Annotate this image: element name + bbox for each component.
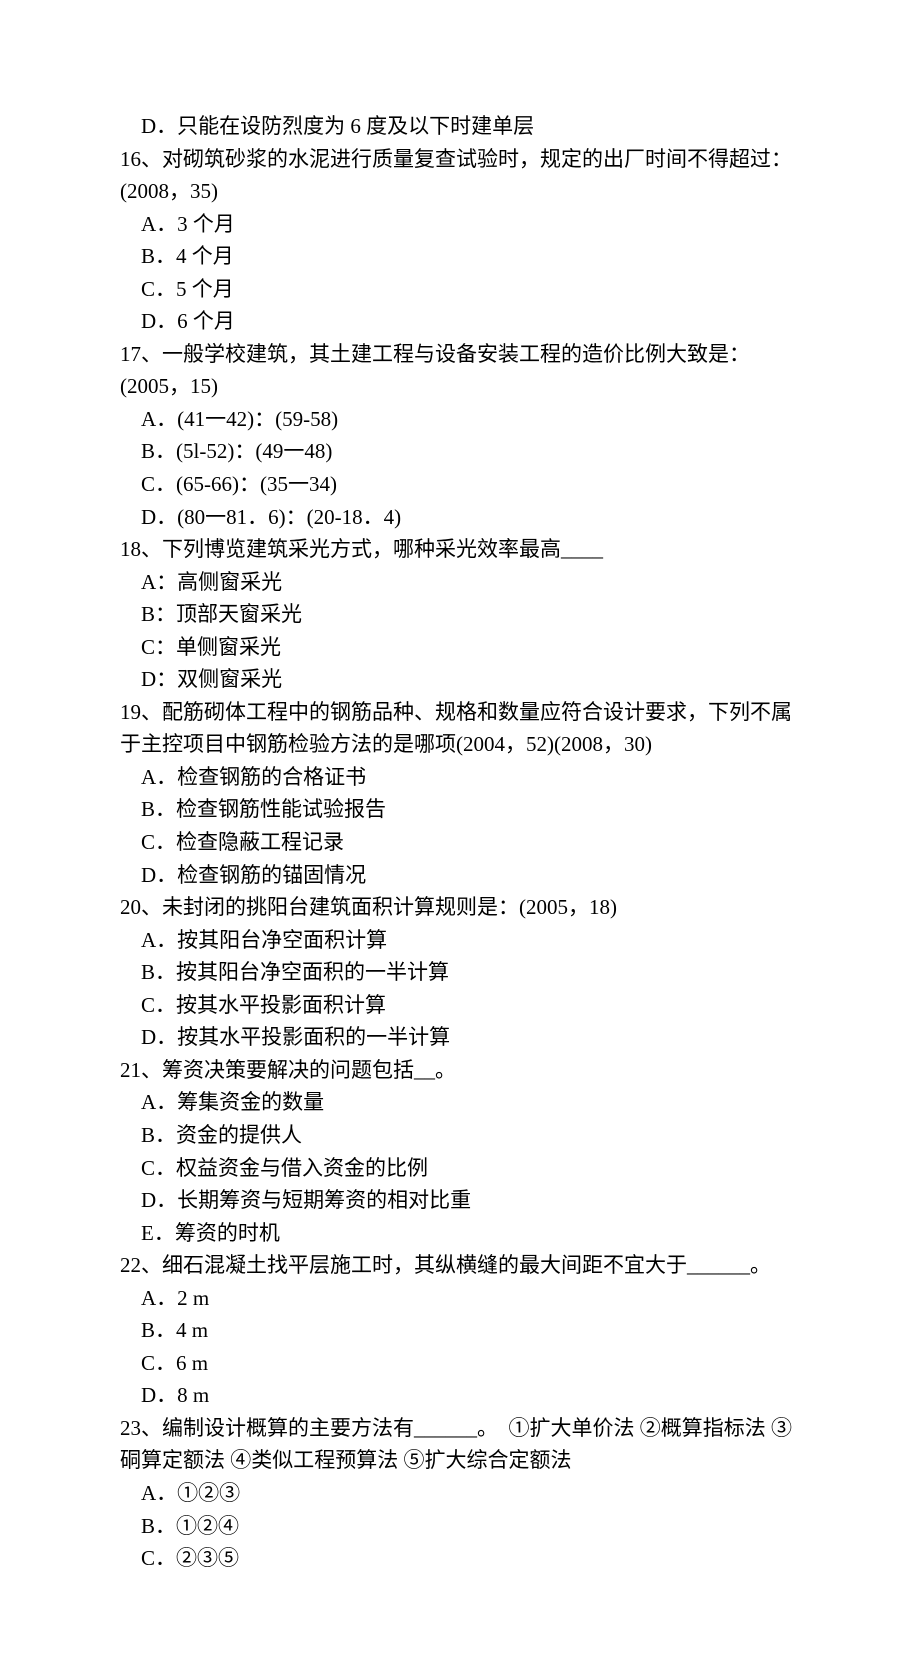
option-a: A．筹集资金的数量 [120,1086,800,1119]
option-b: B．4 个月 [120,240,800,273]
option-d: D．按其水平投影面积的一半计算 [120,1021,800,1054]
option-d: D：双侧窗采光 [120,663,800,696]
option-c: C．检查隐蔽工程记录 [120,826,800,859]
option-c: C．(65-66)：(35一34) [120,468,800,501]
option-c: C．按其水平投影面积计算 [120,989,800,1022]
text-line: D．只能在设防烈度为 6 度及以下时建单层 [120,110,800,143]
option-a: A．3 个月 [120,208,800,241]
option-c: C．②③⑤ [120,1542,800,1575]
option-c: C．5 个月 [120,273,800,306]
option-b: B．4 m [120,1314,800,1347]
option-c: C：单侧窗采光 [120,631,800,664]
option-a: A：高侧窗采光 [120,566,800,599]
option-d: D．8 m [120,1379,800,1412]
option-b: B：顶部天窗采光 [120,598,800,631]
option-c: C．6 m [120,1347,800,1380]
option-a: A．①②③ [120,1477,800,1510]
option-a: A．检查钢筋的合格证书 [120,761,800,794]
option-b: B．检查钢筋性能试验报告 [120,793,800,826]
question-22: 22、细石混凝土找平层施工时，其纵横缝的最大间距不宜大于______。 [120,1249,800,1282]
option-b: B．(5l-52)：(49一48) [120,435,800,468]
option-a: A．按其阳台净空面积计算 [120,924,800,957]
option-b: B．按其阳台净空面积的一半计算 [120,956,800,989]
option-d: D．检查钢筋的锚固情况 [120,859,800,892]
option-d: D．长期筹资与短期筹资的相对比重 [120,1184,800,1217]
document-page: D．只能在设防烈度为 6 度及以下时建单层 16、对砌筑砂浆的水泥进行质量复查试… [0,0,920,1675]
option-c: C．权益资金与借入资金的比例 [120,1152,800,1185]
question-23: 23、编制设计概算的主要方法有______。 ①扩大单价法 ②概算指标法 ③硐算… [120,1412,800,1477]
question-18: 18、下列博览建筑采光方式，哪种采光效率最高____ [120,533,800,566]
option-d: D．6 个月 [120,305,800,338]
question-19: 19、配筋砌体工程中的钢筋品种、规格和数量应符合设计要求，下列不属于主控项目中钢… [120,696,800,761]
option-a: A．2 m [120,1282,800,1315]
option-a: A．(41一42)：(59-58) [120,403,800,436]
option-e: E．筹资的时机 [120,1217,800,1250]
option-b: B．①②④ [120,1510,800,1543]
question-16: 16、对砌筑砂浆的水泥进行质量复查试验时，规定的出厂时间不得超过：(2008，3… [120,143,800,208]
question-17: 17、一般学校建筑，其土建工程与设备安装工程的造价比例大致是：(2005，15) [120,338,800,403]
question-21: 21、筹资决策要解决的问题包括__。 [120,1054,800,1087]
question-20: 20、未封闭的挑阳台建筑面积计算规则是：(2005，18) [120,891,800,924]
option-d: D．(80一81．6)：(20-18．4) [120,501,800,534]
option-b: B．资金的提供人 [120,1119,800,1152]
